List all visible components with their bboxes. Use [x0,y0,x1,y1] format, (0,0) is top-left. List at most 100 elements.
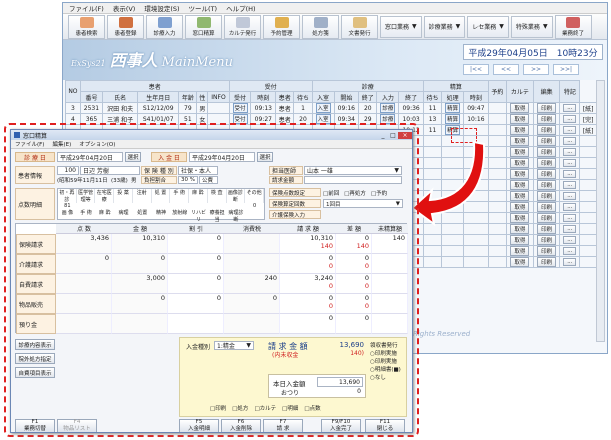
radio-detail[interactable]: ○明細書(■) [370,366,401,374]
chart-issue-button[interactable]: カルテ発行 [224,14,261,39]
bill-cell[interactable] [168,314,224,334]
radio-none[interactable]: ○なし [370,374,401,382]
end-work-button[interactable]: 業務終了 [554,14,592,39]
bill-cell[interactable]: 0 [168,234,224,254]
cell-karte[interactable]: 取得 [510,191,530,201]
checkout-button[interactable]: 窓口精算 [185,14,222,39]
bill-cell[interactable]: 0 [168,294,224,314]
cell-edit[interactable]: 印刷 [537,136,557,146]
cell-btn[interactable]: ... [563,214,577,222]
cell-edit[interactable]: 印刷 [537,235,557,245]
cell-karte[interactable]: 取得 [510,246,530,256]
doctor-select[interactable]: 山本 一雄 ▼ [304,166,402,175]
cell-proc[interactable]: 精算 [445,114,461,124]
today-amount-input[interactable]: 13,690 [317,377,363,387]
cell-btn[interactable]: ... [563,137,577,145]
menu-help[interactable]: ヘルプ(H) [226,3,255,13]
close-button[interactable]: × [398,131,412,139]
ins-point-setting-button[interactable]: 保険点数設定 [269,188,321,197]
exam-content-button[interactable]: 診療内容表示 [15,339,55,350]
sub-menu-options[interactable]: オプション(O) [79,140,115,148]
special-tasks-dropdown[interactable]: 特殊業務 ▼ [510,15,553,38]
cell-karte[interactable]: 取得 [510,114,530,124]
reservation-button[interactable]: 予約管理 [263,14,300,39]
cell-edit[interactable]: 印刷 [537,246,557,256]
f1-switch-button[interactable]: F1 業務切替 [15,419,55,432]
receipt-day-field[interactable]: 平成29年04月20日 [189,152,255,162]
cell-btn[interactable]: ... [563,192,577,200]
check-detail[interactable]: □明細 [282,404,298,412]
receipt-tasks-dropdown[interactable]: レセ業務 ▼ [467,15,509,38]
f9-payment-complete-button[interactable]: F9/F10 入金完了 [321,419,361,432]
scrollbar[interactable] [596,80,605,342]
table-row[interactable]: 3 2531 沢田 和夫 S12/12/09 79 男 受付 09:13 患者 1 入室 09:16 2… [65,102,597,114]
care-ins-input-button[interactable]: 介護保険入力 [269,210,321,219]
cell-btn[interactable]: ... [563,170,577,178]
cell-edit[interactable]: 印刷 [537,114,557,124]
cell-edit[interactable]: 印刷 [537,125,557,135]
patient-search-button[interactable]: 患者検索 [68,14,105,39]
f7-invoice-button[interactable]: F7 請 求 [263,419,303,432]
cell-btn[interactable]: ... [563,225,577,233]
cell-edit[interactable]: 印刷 [537,158,557,168]
exam-input-button[interactable]: 診療入力 [146,14,183,39]
cell-edit[interactable]: 印刷 [537,147,557,157]
payer-field[interactable] [304,176,402,184]
cell-btn[interactable]: ... [563,126,577,134]
cell-karte[interactable]: 取得 [510,136,530,146]
maximize-button[interactable]: □ [388,132,398,139]
exam-tasks-dropdown[interactable]: 診療業務 ▼ [423,15,466,38]
sub-menu-file[interactable]: ファイル(F) [15,140,44,148]
minimize-button[interactable]: _ [378,132,388,139]
nav-last-button[interactable]: >>| [553,64,579,75]
patient-register-button[interactable]: 患者登録 [107,14,144,39]
f4-goods-list-button[interactable]: F4 物品リスト [57,419,97,432]
cell-edit[interactable]: 印刷 [537,213,557,223]
cell-rec[interactable]: 受付 [232,103,248,113]
cell-proc[interactable]: 精算 [445,103,461,113]
cell-karte[interactable]: 取得 [510,169,530,179]
window-tasks-dropdown[interactable]: 窓口業務 ▼ [380,15,422,38]
count-select[interactable]: 1回目 ▼ [323,199,403,208]
cell-btn[interactable]: ... [563,247,577,255]
cell-btn[interactable]: ... [563,236,577,244]
f6-payment-delete-button[interactable]: F6 入金削除 [221,419,261,432]
cell-edit[interactable]: 印刷 [537,224,557,234]
f11-close-button[interactable]: F11 閉じる [365,419,405,432]
cell-edit[interactable]: 印刷 [537,103,557,113]
f5-payment-detail-button[interactable]: F5 入金明細 [179,419,219,432]
cell-karte[interactable]: 取得 [510,235,530,245]
cell-edit[interactable]: 印刷 [537,169,557,179]
exam-day-select-button[interactable]: 選択 [125,152,141,162]
menu-settings[interactable]: 環境設定(S) [144,3,179,13]
cell-karte[interactable]: 取得 [510,103,530,113]
check-prescription[interactable]: □処方 [232,404,248,412]
nav-prev-button[interactable]: << [493,64,519,75]
cell-edit[interactable]: 印刷 [537,257,557,267]
cell-edit[interactable]: 印刷 [537,191,557,201]
cell-btn[interactable]: ... [563,115,577,123]
cell-room[interactable]: 入室 [315,103,331,113]
pay-type-select[interactable]: 1:精金 ▼ [214,341,254,350]
cell-karte[interactable]: 取得 [510,125,530,135]
prescription-button[interactable]: 処方箋 [302,14,339,39]
bill-cell[interactable]: 0 [168,254,224,274]
cell-karte[interactable]: 取得 [510,257,530,267]
check-points[interactable]: □点数 [304,404,320,412]
check-represcribe[interactable]: □再処方 [344,189,366,197]
cell-btn[interactable]: ... [563,181,577,189]
cell-btn[interactable]: ... [563,258,577,266]
check-print[interactable]: □印刷 [210,404,226,412]
radio-print-2[interactable]: ○印刷実施 [370,358,401,366]
cell-edit[interactable]: 印刷 [537,180,557,190]
cell-karte[interactable]: 取得 [510,224,530,234]
cell-btn[interactable]: ... [563,104,577,112]
cell-karte[interactable]: 取得 [510,213,530,223]
cell-input[interactable]: 診療 [380,103,396,113]
outside-prescription-button[interactable]: 院外処方指定 [15,353,55,364]
cell-btn[interactable]: ... [563,148,577,156]
menu-tools[interactable]: ツール(T) [189,3,218,13]
receipt-day-select-button[interactable]: 選択 [257,152,273,162]
cell-edit[interactable]: 印刷 [537,202,557,212]
ins-count-setting-button[interactable]: 保険算定回数 [269,199,321,208]
